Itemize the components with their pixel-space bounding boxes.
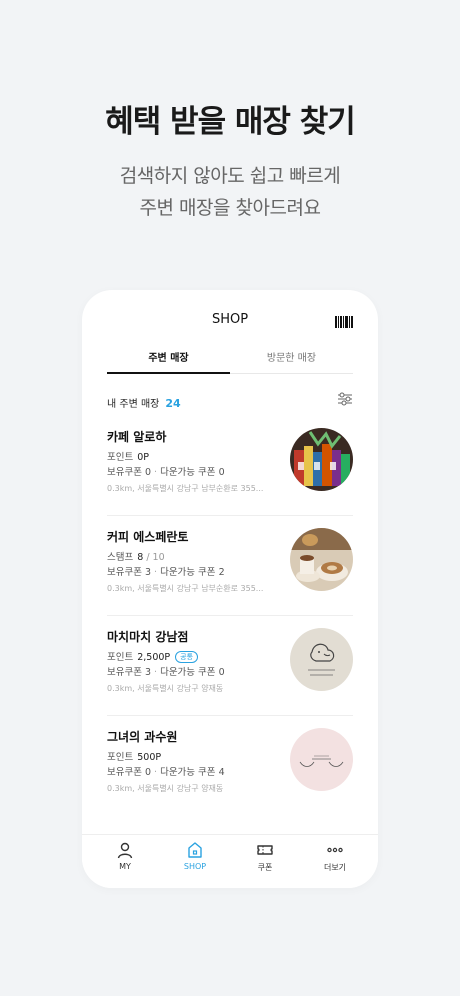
store-benefit: 포인트 0P [107, 449, 149, 463]
coupon-label: 보유쿠폰 [107, 567, 142, 578]
phone-mockup: SHOP 주변 매장 방문한 매장 내 주변 매장 24 카페 알로하 포인트 0P… [82, 290, 378, 888]
filter-icon[interactable] [337, 392, 353, 406]
store-list: 카페 알로하 포인트 0P 보유쿠폰 0 · 다운가능 쿠폰 0 0.3km, 서울특… [107, 416, 353, 816]
subline-line-2: 주변 매장을 찾아드려요 [139, 197, 321, 219]
tab-nearby-stores[interactable]: 주변 매장 [107, 348, 230, 374]
nearby-label: 내 주변 매장 [107, 399, 160, 410]
download-label: 다운가능 쿠폰 [160, 767, 216, 778]
nearby-count-row: 내 주변 매장 24 [107, 392, 353, 410]
store-name: 커피 에스페란토 [107, 530, 189, 544]
barcode-icon[interactable] [335, 316, 353, 328]
benefit-value: 2,500P [137, 652, 171, 663]
store-photo [290, 728, 353, 791]
store-name: 그녀의 과수원 [107, 730, 178, 744]
benefit-kind: 포인트 [107, 752, 134, 763]
more-icon [327, 847, 343, 853]
store-item[interactable]: 그녀의 과수원 포인트 500P 보유쿠폰 0 · 다운가능 쿠폰 4 0.3km, … [107, 716, 353, 816]
headline: 혜택 받을 매장 찾기 [105, 104, 356, 140]
coupon-label: 보유쿠폰 [107, 767, 142, 778]
benefit-kind: 포인트 [107, 652, 134, 663]
tabbar-label: MY [119, 862, 131, 871]
store-benefit: 포인트 500P [107, 749, 161, 763]
store-coupons: 보유쿠폰 3 · 다운가능 쿠폰 0 [107, 667, 225, 678]
store-benefit: 포인트 2,500P 공통 [107, 649, 199, 663]
benefit-value: 500P [137, 752, 162, 763]
benefit-value: 8 [137, 552, 144, 563]
download-label: 다운가능 쿠폰 [160, 567, 216, 578]
download-count: 2 [218, 567, 225, 578]
benefit-total: / 10 [146, 552, 165, 563]
tabbar-label: 쿠폰 [257, 863, 273, 872]
coupon-count: 0 [145, 467, 152, 478]
store-address: 0.3km, 서울특별시 강남구 양재동 [107, 784, 224, 793]
coupon-label: 보유쿠폰 [107, 667, 142, 678]
store-photo [290, 628, 353, 691]
coupon-count: 0 [145, 767, 152, 778]
coupon-label: 보유쿠폰 [107, 467, 142, 478]
store-coupons: 보유쿠폰 0 · 다운가능 쿠폰 4 [107, 767, 225, 778]
store-item[interactable]: 마치마치 강남점 포인트 2,500P 공통 보유쿠폰 3 · 다운가능 쿠폰 0 0.… [107, 616, 353, 716]
coupon-count: 3 [145, 667, 152, 678]
benefit-kind: 스탬프 [107, 552, 134, 563]
tab-visited-stores[interactable]: 방문한 매장 [230, 348, 353, 373]
download-count: 0 [218, 667, 225, 678]
ticket-icon [257, 845, 273, 855]
store-tabs: 주변 매장 방문한 매장 [107, 348, 353, 374]
download-label: 다운가능 쿠폰 [160, 467, 216, 478]
store-coupons: 보유쿠폰 0 · 다운가능 쿠폰 0 [107, 467, 225, 478]
store-coupons: 보유쿠폰 3 · 다운가능 쿠폰 2 [107, 567, 225, 578]
tabbar-label: 더보기 [323, 863, 347, 872]
store-item[interactable]: 카페 알로하 포인트 0P 보유쿠폰 0 · 다운가능 쿠폰 0 0.3km, 서울특… [107, 416, 353, 516]
shop-icon [188, 842, 202, 858]
subline-line-1: 검색하지 않아도 쉽고 빠르게 [119, 165, 341, 187]
person-icon [117, 842, 133, 859]
app-title: SHOP [211, 312, 249, 327]
store-address: 0.3km, 서울특별시 강남구 남부순환로 355... [107, 584, 264, 593]
tabbar-label: SHOP [183, 862, 207, 871]
bottom-tab-bar: MY SHOP 쿠폰 더보기 [82, 834, 378, 888]
store-photo [290, 428, 353, 491]
common-badge: 공통 [175, 651, 199, 663]
store-benefit: 스탬프 8 / 10 [107, 549, 165, 563]
benefit-kind: 포인트 [107, 452, 134, 463]
tabbar-item-more[interactable]: 더보기 [300, 835, 370, 888]
download-label: 다운가능 쿠폰 [160, 667, 216, 678]
tabbar-item-coupon[interactable]: 쿠폰 [230, 835, 300, 888]
store-address: 0.3km, 서울특별시 강남구 양재동 [107, 684, 224, 693]
download-count: 0 [218, 467, 225, 478]
benefit-value: 0P [137, 452, 150, 463]
tabbar-item-shop[interactable]: SHOP [160, 835, 230, 888]
store-photo [290, 528, 353, 591]
download-count: 4 [218, 767, 225, 778]
nearby-count: 24 [165, 397, 181, 410]
subline: 검색하지 않아도 쉽고 빠르게 주변 매장을 찾아드려요 [0, 160, 460, 224]
app-bar: SHOP [82, 290, 378, 352]
coupon-count: 3 [145, 567, 152, 578]
store-name: 카페 알로하 [107, 430, 167, 444]
tabbar-item-my[interactable]: MY [90, 835, 160, 888]
store-item[interactable]: 커피 에스페란토 스탬프 8 / 10 보유쿠폰 3 · 다운가능 쿠폰 2 0.3k… [107, 516, 353, 616]
store-name: 마치마치 강남점 [107, 630, 189, 644]
store-address: 0.3km, 서울특별시 강남구 남부순환로 355... [107, 484, 264, 493]
